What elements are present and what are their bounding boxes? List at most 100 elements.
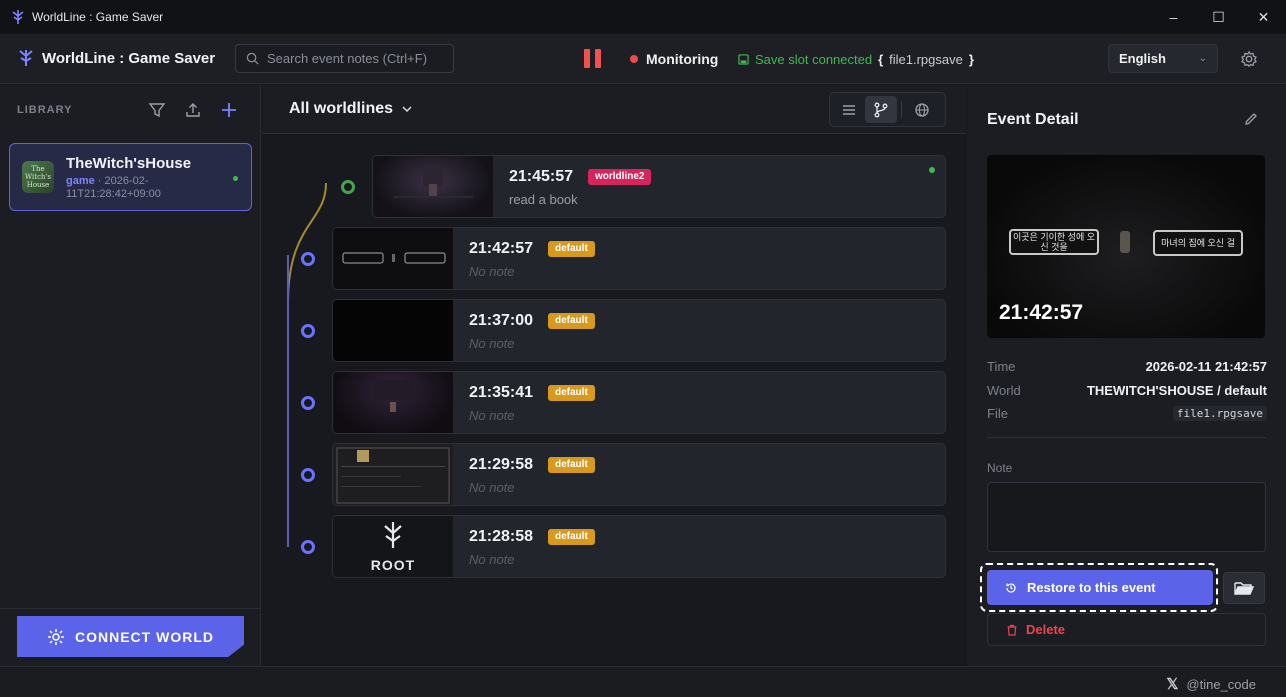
timeline-panel: All worldlines 21:45:57 worldline2 read … [262, 85, 966, 666]
filter-icon[interactable] [148, 101, 166, 119]
connect-world-label: CONNECT WORLD [75, 628, 214, 645]
chevron-down-icon: ⌄ [1198, 53, 1207, 64]
event-time: 21:42:57 [469, 240, 534, 257]
event-card[interactable]: 21:42:57 default No note [332, 227, 946, 290]
pencil-icon[interactable] [1243, 111, 1259, 127]
open-folder-button[interactable] [1223, 572, 1265, 604]
time-label: Time [987, 359, 1016, 374]
close-button[interactable]: ✕ [1241, 0, 1286, 34]
event-thumbnail [333, 444, 453, 505]
character-figure [1120, 231, 1130, 253]
timeline-node [301, 540, 315, 554]
worldline-badge: default [548, 529, 595, 545]
preview-time: 21:42:57 [999, 301, 1084, 324]
language-select[interactable]: English ⌄ [1108, 44, 1218, 73]
event-time: 21:28:58 [469, 528, 534, 545]
restore-label: Restore to this event [1027, 580, 1156, 595]
event-card[interactable]: 21:45:57 worldline2 read a book [372, 155, 946, 218]
list-icon [843, 104, 855, 115]
maximize-button[interactable]: ☐ [1196, 0, 1241, 34]
note-textarea[interactable] [987, 482, 1266, 552]
connect-world-button[interactable]: CONNECT WORLD [17, 616, 244, 657]
event-detail-panel: Event Detail 이곳은 기이한 성에 오신 것을 마녀의 집에 오신 … [967, 85, 1286, 666]
world-value: THEWITCH'SHOUSE / default [1086, 383, 1267, 398]
worldline-badge: default [548, 385, 595, 401]
library-title: LIBRARY [17, 104, 73, 116]
meta-time: Time 2026-02-11 21:42:57 [987, 359, 1267, 374]
timeline-node [301, 396, 315, 410]
timeline-header: All worldlines [262, 85, 966, 134]
event-note: read a book [509, 192, 578, 207]
save-slot-status: Save slot connected { file1.rpgsave } [738, 52, 980, 67]
folder-open-icon [1234, 582, 1254, 595]
recording-dot-icon [630, 55, 638, 63]
divider [987, 437, 1266, 438]
event-note: No note [469, 552, 515, 567]
file-label: File [987, 406, 1008, 421]
worldline-select[interactable]: All worldlines [289, 100, 412, 118]
save-disk-icon [738, 54, 749, 65]
handle-text: @tine_code [1186, 676, 1256, 692]
note-label: Note [987, 461, 1013, 475]
branch-view-button[interactable] [865, 96, 897, 123]
brand: WorldLine : Game Saver [16, 48, 215, 68]
event-card[interactable]: 21:29:58 default No note [332, 443, 946, 506]
root-label: ROOT [370, 557, 416, 573]
worldline-badge: worldline2 [588, 169, 652, 185]
list-view-button[interactable] [833, 96, 865, 123]
meta-world: World THEWITCH'SHOUSE / default [987, 383, 1267, 398]
worldline-logo-icon [19, 50, 33, 66]
globe-icon [915, 102, 929, 117]
game-card[interactable]: The Witch's House TheWitch'sHouse game ·… [9, 143, 252, 211]
dialog-right: 마녀의 집에 오신 걸 [1153, 230, 1243, 256]
event-card[interactable]: 21:35:41 default No note [332, 371, 946, 434]
language-value: English [1119, 51, 1166, 66]
chevron-down-icon [402, 106, 412, 113]
pause-monitoring-button[interactable] [584, 49, 601, 68]
restore-button[interactable]: Restore to this event [987, 570, 1213, 605]
event-note: No note [469, 480, 515, 495]
event-card[interactable]: ROOT 21:28:58 default No note [332, 515, 946, 578]
delete-label: Delete [1026, 622, 1066, 637]
connect-world-icon [48, 628, 64, 645]
upload-icon[interactable] [184, 101, 202, 119]
gear-icon[interactable] [1240, 50, 1258, 68]
social-handle[interactable]: 𝕏 @tine_code [1166, 675, 1256, 693]
timeline-node [301, 468, 315, 482]
brace-close: } [968, 52, 974, 67]
event-note: No note [469, 408, 515, 423]
status-footer: 𝕏 @tine_code [0, 666, 1286, 697]
timeline-node [301, 324, 315, 338]
event-detail-title: Event Detail [987, 111, 1079, 128]
event-timeline: 21:45:57 worldline2 read a book 21:42:57… [262, 135, 966, 666]
brace-open: { [878, 52, 884, 67]
minimize-button[interactable]: – [1151, 0, 1196, 34]
event-thumbnail: ROOT [333, 516, 453, 577]
event-time: 21:29:58 [469, 456, 534, 473]
x-logo-icon: 𝕏 [1166, 676, 1179, 693]
add-icon[interactable] [220, 101, 238, 119]
game-name: TheWitch'sHouse [66, 155, 192, 172]
current-event-dot-icon [929, 167, 935, 173]
app-header: WorldLine : Game Saver Monitoring Save s… [0, 34, 1286, 84]
slot-status-text: Save slot connected [755, 52, 873, 67]
search-input[interactable] [267, 51, 447, 66]
event-thumbnail [373, 156, 493, 217]
history-icon [1006, 582, 1016, 593]
event-thumbnail [333, 228, 453, 289]
brand-title: WorldLine : Game Saver [42, 49, 216, 67]
world-view-button[interactable] [906, 96, 938, 123]
time-value: 2026-02-11 21:42:57 [1145, 359, 1267, 374]
event-note: No note [469, 264, 515, 279]
delete-button[interactable]: Delete [987, 613, 1266, 646]
event-note: No note [469, 336, 515, 351]
event-card[interactable]: 21:37:00 default No note [332, 299, 946, 362]
event-preview-image: 이곳은 기이한 성에 오신 것을 마녀의 집에 오신 걸 21:42:57 [987, 155, 1265, 338]
game-meta: game · 2026-02-11T21:28:42+09:00 [66, 175, 206, 201]
search-box[interactable] [235, 44, 454, 73]
git-branch-icon [874, 102, 888, 117]
event-time: 21:35:41 [469, 384, 534, 401]
window-titlebar: WorldLine : Game Saver – ☐ ✕ [0, 0, 1286, 34]
monitoring-status: Monitoring [630, 51, 718, 67]
worldline-badge: default [548, 457, 595, 473]
